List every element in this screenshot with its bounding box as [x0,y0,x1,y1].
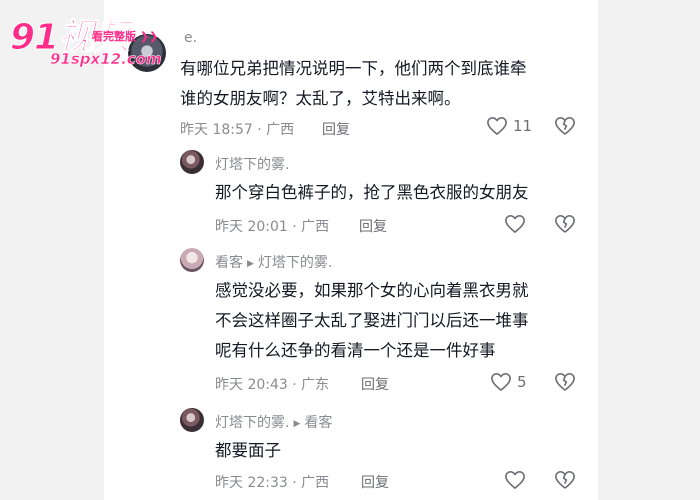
comment-time: 昨天 18:57 [180,122,253,138]
reply-arrow-icon: ▶ [247,259,254,269]
comment-meta: 昨天 18:57 · 广西 [180,119,294,139]
reply-author-line: 看客 ▶ 灯塔下的雾. [215,252,332,272]
dislike-heart-icon [555,117,575,135]
site-watermark: 91视频 看完整版 ❯❯ 91spx12.com [9,8,210,69]
reply-meta: 昨天 20:01 · 广西 [215,216,329,236]
watermark-url: 91spx12.com [50,50,162,69]
avatar[interactable] [180,408,204,432]
reply-text-line: 感觉没必要，如果那个女的心向着黑衣男就 [215,281,529,300]
reply-time: 昨天 22:33 [215,475,288,491]
reply-author[interactable]: 灯塔下的雾. [215,415,289,431]
reply-time: 昨天 20:01 [215,219,288,235]
dislike-heart-icon [555,471,575,489]
reply-button[interactable]: 回复 [322,119,350,139]
reply-button[interactable]: 回复 [359,216,387,236]
like-count: 5 [517,373,527,391]
reply-to-author[interactable]: 灯塔下的雾. [258,255,332,271]
reply-time: 昨天 20:43 [215,377,288,393]
reply-author-line: 灯塔下的雾. ▶ 看客 [215,412,332,432]
watermark-tagline: 看完整版 ❯❯ [92,30,159,43]
reply-arrow-icon: ▶ [293,419,301,429]
avatar[interactable] [180,248,204,272]
dislike-heart-icon [555,373,575,391]
reply-to-author[interactable]: 看客 [304,415,332,431]
comment-text-line: 有哪位兄弟把情况说明一下，他们两个到底谁牵 [180,59,527,78]
reply-button[interactable]: 回复 [361,472,389,492]
like-button[interactable] [504,470,526,490]
meta-separator: · [287,377,302,393]
reply-author[interactable]: 灯塔下的雾. [215,154,289,174]
dislike-button[interactable] [554,470,576,490]
reply-text-line: 不会这样圈子太乱了娶进门门以后还一堆事 [215,311,529,330]
meta-separator: · [252,122,267,138]
like-count: 11 [513,117,533,135]
reply-location: 广东 [301,377,330,393]
heart-icon [491,373,511,391]
reply-location: 广西 [301,219,330,235]
dislike-heart-icon [555,215,575,233]
meta-separator: · [287,219,302,235]
dislike-button[interactable] [554,214,576,234]
meta-separator: · [287,475,302,491]
heart-icon [505,215,525,233]
reply-text-line: 呢有什么还争的看清一个还是一件好事 [215,341,496,360]
reply-text-line: 那个穿白色裤子的，抢了黑色衣服的女朋友 [215,183,529,202]
reply-button[interactable]: 回复 [361,374,389,394]
reply-author[interactable]: 看客 [215,255,243,271]
comment-location: 广西 [266,122,295,138]
heart-icon [505,471,525,489]
avatar[interactable] [180,150,204,174]
heart-icon [487,117,507,135]
reply-meta: 昨天 20:43 · 广东 [215,374,329,394]
like-button[interactable]: 5 [490,372,527,392]
dislike-button[interactable] [554,372,576,392]
comment-text-line: 谁的女朋友啊？太乱了，艾特出来啊。 [180,89,461,108]
like-button[interactable]: 11 [486,116,532,136]
like-button[interactable] [504,214,526,234]
reply-text-line: 都要面子 [215,441,281,460]
dislike-button[interactable] [554,116,576,136]
reply-location: 广西 [301,475,330,491]
reply-meta: 昨天 22:33 · 广西 [215,472,329,492]
